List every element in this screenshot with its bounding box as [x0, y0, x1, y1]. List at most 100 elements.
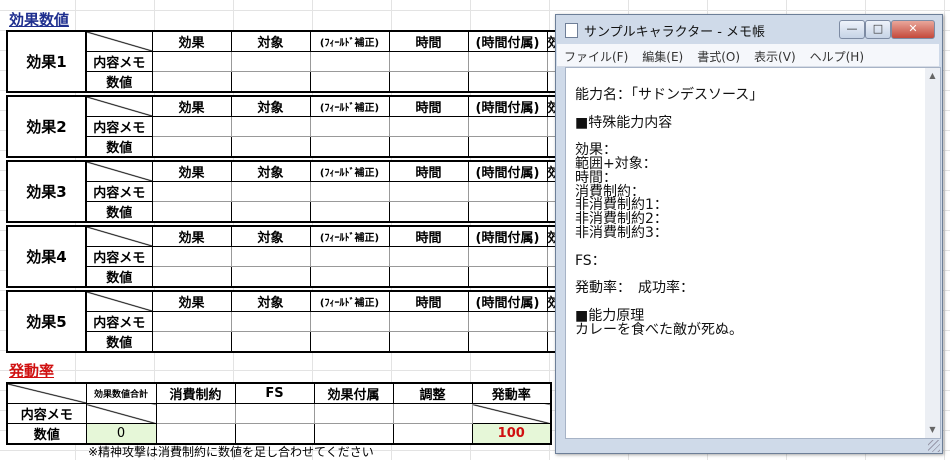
cell[interactable] — [388, 201, 469, 223]
row-label-memo[interactable]: 内容メモ — [6, 403, 87, 424]
header-total[interactable]: 効果数値合計 — [85, 382, 157, 404]
cell[interactable] — [309, 116, 390, 137]
header-time[interactable]: 時間 — [388, 95, 469, 117]
total-value-cell[interactable]: 0 — [85, 423, 157, 445]
cell[interactable] — [85, 403, 157, 424]
header-effect[interactable]: 効果 — [151, 225, 232, 247]
cell[interactable] — [309, 71, 390, 93]
cell[interactable] — [471, 403, 552, 424]
cell[interactable] — [467, 51, 548, 72]
effect-label[interactable]: 効果3 — [6, 160, 87, 223]
scroll-up-icon[interactable]: ▲ — [927, 70, 938, 82]
menu-view[interactable]: 表示(V) — [747, 44, 803, 65]
header-time-attached[interactable]: (時間付属) — [467, 160, 548, 182]
effect-label[interactable]: 効果2 — [6, 95, 87, 158]
header-time[interactable]: 時間 — [388, 30, 469, 52]
effect-label[interactable]: 効果1 — [6, 30, 87, 93]
cell[interactable] — [309, 311, 390, 332]
cell[interactable] — [309, 201, 390, 223]
row-label-value[interactable]: 数値 — [85, 136, 153, 158]
header-time-attached[interactable]: (時間付属) — [467, 95, 548, 117]
row-label-memo[interactable]: 内容メモ — [85, 116, 153, 137]
cell[interactable] — [230, 201, 311, 223]
header-field-correction[interactable]: (ﾌｨｰﾙﾄﾞ補正) — [309, 290, 390, 312]
header-time-attached[interactable]: (時間付属) — [467, 225, 548, 247]
cell[interactable] — [309, 136, 390, 158]
header-time[interactable]: 時間 — [388, 290, 469, 312]
cell[interactable] — [388, 181, 469, 202]
notepad-text-area[interactable]: 能力名：「サドンデスソース」 ■特殊能力内容 効果： 範囲+対象： 時間： 消費… — [565, 67, 927, 439]
diagonal-header-cell[interactable] — [85, 30, 153, 52]
cell[interactable] — [313, 423, 394, 445]
row-label-value[interactable]: 数値 — [85, 201, 153, 223]
cell[interactable] — [309, 331, 390, 353]
menu-edit[interactable]: 編集(E) — [635, 44, 690, 65]
vertical-scrollbar[interactable]: ▲ ▼ — [925, 67, 941, 439]
minimize-button[interactable]: — — [839, 20, 865, 39]
header-time[interactable]: 時間 — [388, 160, 469, 182]
cell[interactable] — [467, 311, 548, 332]
cell[interactable] — [151, 246, 232, 267]
cell[interactable] — [467, 331, 548, 353]
header-target[interactable]: 対象 — [230, 30, 311, 52]
cell[interactable] — [230, 136, 311, 158]
menu-file[interactable]: ファイル(F) — [557, 44, 635, 65]
cell[interactable] — [155, 423, 236, 445]
cell[interactable] — [230, 266, 311, 288]
cell[interactable] — [151, 116, 232, 137]
menu-format[interactable]: 書式(O) — [690, 44, 747, 65]
header-target[interactable]: 対象 — [230, 95, 311, 117]
header-effect[interactable]: 効果 — [151, 95, 232, 117]
cell[interactable] — [234, 423, 315, 445]
row-label-value[interactable]: 数値 — [85, 71, 153, 93]
header-field-correction[interactable]: (ﾌｨｰﾙﾄﾞ補正) — [309, 160, 390, 182]
cell[interactable] — [230, 116, 311, 137]
cell[interactable] — [151, 71, 232, 93]
row-label-value[interactable]: 数値 — [6, 423, 87, 445]
rate-value-cell[interactable]: 100 — [471, 423, 552, 445]
header-time-attached[interactable]: (時間付属) — [467, 30, 548, 52]
close-button[interactable]: ✕ — [891, 20, 935, 39]
cell[interactable] — [155, 403, 236, 424]
header-field-correction[interactable]: (ﾌｨｰﾙﾄﾞ補正) — [309, 30, 390, 52]
cell[interactable] — [467, 266, 548, 288]
header-fs[interactable]: FS — [234, 382, 315, 404]
header-rate[interactable]: 発動率 — [471, 382, 552, 404]
cell[interactable] — [151, 331, 232, 353]
row-label-memo[interactable]: 内容メモ — [85, 181, 153, 202]
header-field-correction[interactable]: (ﾌｨｰﾙﾄﾞ補正) — [309, 225, 390, 247]
cell[interactable] — [151, 201, 232, 223]
cell[interactable] — [467, 181, 548, 202]
cell[interactable] — [151, 311, 232, 332]
header-effect[interactable]: 効果 — [151, 290, 232, 312]
row-label-value[interactable]: 数値 — [85, 266, 153, 288]
notepad-title-bar[interactable]: サンプルキャラクター - メモ帳 — □ ✕ — [556, 15, 942, 43]
row-label-memo[interactable]: 内容メモ — [85, 246, 153, 267]
scroll-down-icon[interactable]: ▼ — [927, 424, 938, 436]
cell[interactable] — [388, 266, 469, 288]
diagonal-header-cell[interactable] — [85, 160, 153, 182]
cell[interactable] — [151, 51, 232, 72]
cell[interactable] — [467, 136, 548, 158]
cell[interactable] — [151, 136, 232, 158]
header-target[interactable]: 対象 — [230, 225, 311, 247]
row-label-memo[interactable]: 内容メモ — [85, 311, 153, 332]
header-time-attached[interactable]: (時間付属) — [467, 290, 548, 312]
cell[interactable] — [388, 246, 469, 267]
maximize-button[interactable]: □ — [865, 20, 891, 39]
cell[interactable] — [230, 311, 311, 332]
cell[interactable] — [309, 51, 390, 72]
cell[interactable] — [388, 331, 469, 353]
diagonal-header-cell[interactable] — [6, 382, 87, 404]
cell[interactable] — [388, 51, 469, 72]
header-field-correction[interactable]: (ﾌｨｰﾙﾄﾞ補正) — [309, 95, 390, 117]
cell[interactable] — [309, 246, 390, 267]
row-label-memo[interactable]: 内容メモ — [85, 51, 153, 72]
cell[interactable] — [230, 331, 311, 353]
header-effect[interactable]: 効果 — [151, 30, 232, 52]
cell[interactable] — [392, 423, 473, 445]
cell[interactable] — [230, 181, 311, 202]
cell[interactable] — [309, 266, 390, 288]
cell[interactable] — [388, 116, 469, 137]
row-label-value[interactable]: 数値 — [85, 331, 153, 353]
